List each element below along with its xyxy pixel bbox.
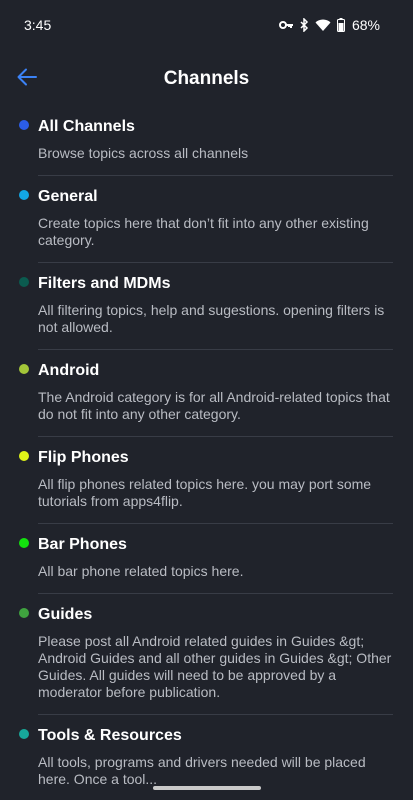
category-color-dot [19, 120, 29, 130]
vpn-key-icon [278, 20, 294, 30]
gesture-nav-handle[interactable] [152, 786, 261, 790]
category-color-dot [19, 608, 29, 618]
channel-list: All Channels Browse topics across all ch… [0, 107, 413, 800]
channel-item-all-channels[interactable]: All Channels Browse topics across all ch… [19, 107, 393, 176]
channel-name: Bar Phones [38, 536, 127, 553]
category-color-dot [19, 277, 29, 287]
channel-item-flip-phones[interactable]: Flip Phones All flip phones related topi… [19, 437, 393, 524]
arrow-left-icon [17, 68, 37, 91]
channel-item-bar-phones[interactable]: Bar Phones All bar phone related topics … [19, 524, 393, 594]
category-color-dot [19, 451, 29, 461]
channel-name: Guides [38, 606, 93, 623]
category-color-dot [19, 729, 29, 739]
channel-item-filters-and-mdms[interactable]: Filters and MDMs All filtering topics, h… [19, 263, 393, 350]
status-time: 3:45 [24, 17, 52, 33]
channel-name: Android [38, 362, 100, 379]
bluetooth-icon [300, 18, 309, 32]
channel-description: The Android category is for all Android-… [38, 389, 390, 422]
status-bar: 3:45 68% [0, 0, 413, 50]
channel-description: All bar phone related topics here. [38, 563, 244, 579]
status-icons: 68% [278, 17, 380, 33]
channel-description: Browse topics across all channels [38, 145, 249, 161]
battery-percent: 68% [351, 17, 380, 33]
channel-name: Filters and MDMs [38, 275, 171, 292]
page-title: Channels [163, 68, 250, 89]
app-bar: Channels [0, 56, 413, 102]
wifi-icon [315, 19, 331, 32]
channel-item-android[interactable]: Android The Android category is for all … [19, 350, 393, 437]
channel-description: All tools, programs and drivers needed w… [38, 754, 366, 787]
battery-icon [336, 18, 345, 32]
category-color-dot [19, 364, 29, 374]
channel-name: All Channels [38, 118, 135, 135]
channel-description: Please post all Android related guides i… [38, 633, 392, 700]
channel-name: Tools & Resources [38, 727, 182, 744]
channel-description: Create topics here that don’t fit into a… [38, 215, 369, 248]
channel-item-general[interactable]: General Create topics here that don’t fi… [19, 176, 393, 263]
channel-name: Flip Phones [38, 449, 129, 466]
channel-description: All filtering topics, help and sugestion… [38, 302, 385, 335]
back-button[interactable] [10, 62, 44, 96]
screen: 3:45 68% Channels All Channels Browse to… [0, 0, 413, 800]
category-color-dot [19, 538, 29, 548]
channel-description: All flip phones related topics here. you… [38, 476, 372, 509]
channel-item-guides[interactable]: Guides Please post all Android related g… [19, 594, 393, 715]
category-color-dot [19, 190, 29, 200]
channel-name: General [38, 188, 98, 205]
